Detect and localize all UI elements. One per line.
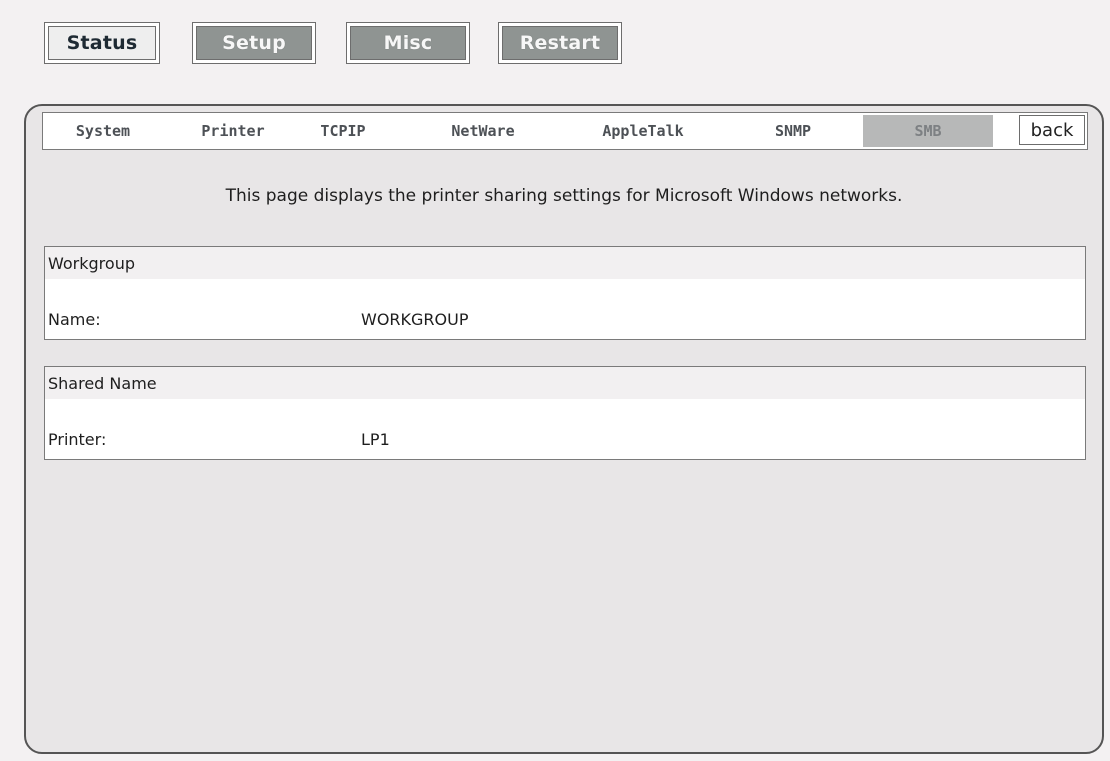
tab-system[interactable]: System — [53, 113, 153, 149]
shared-name-heading: Shared Name — [45, 367, 1085, 399]
workgroup-name-row: Name: WORKGROUP — [45, 303, 1085, 335]
setup-button-label: Setup — [196, 26, 312, 60]
shared-printer-value: LP1 — [361, 429, 390, 449]
main-panel: System Printer TCPIP NetWare AppleTalk S… — [24, 104, 1104, 754]
tab-smb-active[interactable]: SMB — [863, 115, 993, 147]
tab-tcpip[interactable]: TCPIP — [298, 113, 388, 149]
shared-name-section: Shared Name Printer: LP1 — [44, 366, 1086, 460]
status-button[interactable]: Status — [44, 22, 160, 64]
workgroup-heading: Workgroup — [45, 247, 1085, 279]
workgroup-section: Workgroup Name: WORKGROUP — [44, 246, 1086, 340]
shared-printer-label: Printer: — [48, 429, 107, 449]
setup-button[interactable]: Setup — [192, 22, 316, 64]
restart-button[interactable]: Restart — [498, 22, 622, 64]
tab-printer[interactable]: Printer — [183, 113, 283, 149]
misc-button[interactable]: Misc — [346, 22, 470, 64]
status-button-label: Status — [48, 26, 156, 60]
tab-appletalk[interactable]: AppleTalk — [578, 113, 708, 149]
page-description: This page displays the printer sharing s… — [225, 186, 903, 206]
shared-printer-row: Printer: LP1 — [45, 423, 1085, 455]
back-button[interactable]: back — [1019, 115, 1085, 145]
tab-netware[interactable]: NetWare — [423, 113, 543, 149]
workgroup-name-value: WORKGROUP — [361, 309, 469, 329]
workgroup-name-label: Name: — [48, 309, 101, 329]
tab-bar: System Printer TCPIP NetWare AppleTalk S… — [42, 112, 1088, 150]
tab-snmp[interactable]: SNMP — [743, 113, 843, 149]
misc-button-label: Misc — [350, 26, 466, 60]
restart-button-label: Restart — [502, 26, 618, 60]
